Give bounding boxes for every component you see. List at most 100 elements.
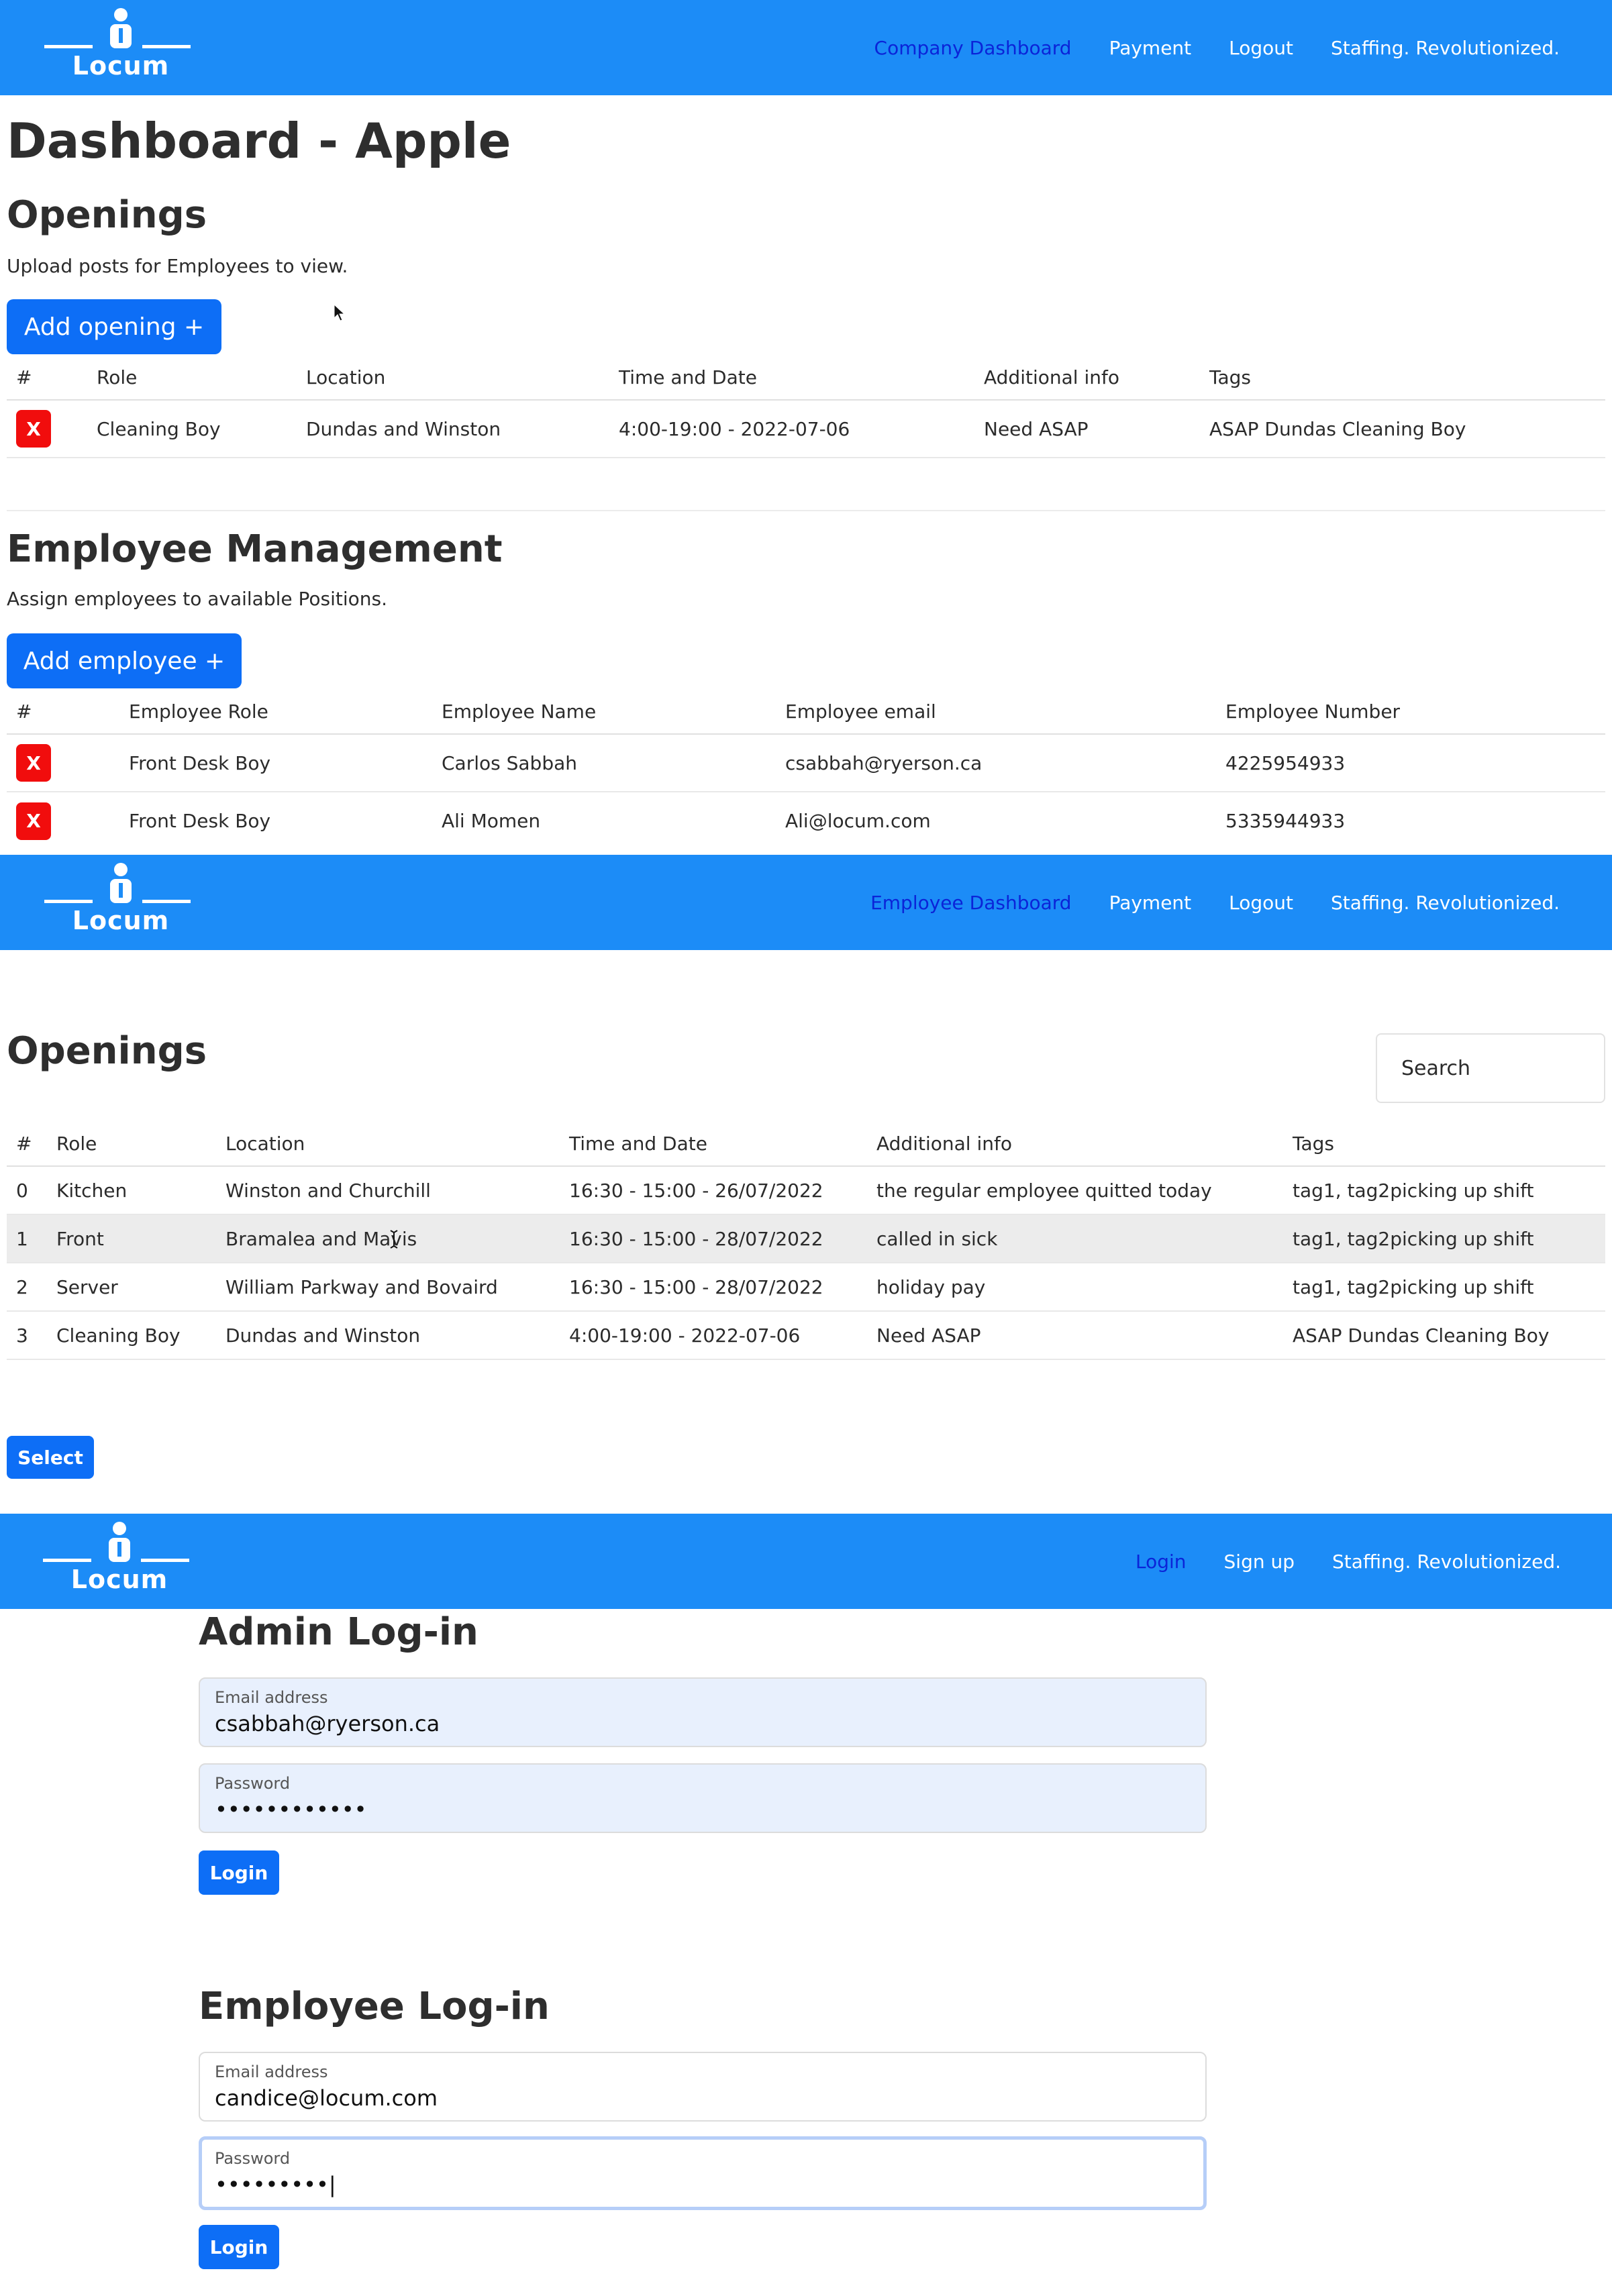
nav-login[interactable]: Login — [1136, 1551, 1187, 1573]
nav-signup[interactable]: Sign up — [1224, 1551, 1295, 1573]
admin-password-field[interactable]: Password •••••••••••• — [199, 1763, 1207, 1833]
cell-tags: tag1, tag2picking up shift — [1293, 1214, 1605, 1263]
admin-login-button[interactable]: Login — [199, 1850, 279, 1895]
password-label: Password — [215, 1774, 291, 1793]
col-header: Location — [306, 356, 619, 401]
email-value: candice@locum.com — [215, 2085, 438, 2111]
employee-login-heading: Employee Log-in — [199, 1985, 550, 2028]
col-header: # — [7, 690, 129, 735]
cell-tags: tag1, tag2picking up shift — [1293, 1263, 1605, 1312]
password-value: •••••••••••• — [215, 1797, 367, 1822]
nav-payment[interactable]: Payment — [1109, 892, 1192, 914]
delete-employee-button[interactable]: X — [16, 744, 51, 782]
email-value: csabbah@ryerson.ca — [215, 1711, 440, 1736]
openings-subtitle: Upload posts for Employees to view. — [7, 255, 348, 277]
employee-table: # Employee Role Employee Name Employee e… — [7, 690, 1605, 849]
logo-wordmark: Locum — [70, 1565, 168, 1594]
person-icon — [110, 863, 132, 903]
admin-login-heading: Admin Log-in — [199, 1610, 478, 1654]
nav-company-dashboard[interactable]: Company Dashboard — [874, 37, 1072, 59]
text-cursor-icon — [390, 1230, 398, 1249]
col-header: Employee Number — [1225, 690, 1605, 735]
col-header: Employee Role — [129, 690, 442, 735]
cell-role: Cleaning Boy — [97, 400, 306, 458]
delete-opening-button[interactable]: X — [16, 410, 51, 448]
cell-tags: ASAP Dundas Cleaning Boy — [1209, 400, 1605, 458]
nav-tagline[interactable]: Staffing. Revolutionized. — [1331, 37, 1560, 59]
cell-info: holiday pay — [876, 1263, 1293, 1312]
cell-role: Front — [56, 1214, 225, 1263]
logo-wordmark: Locum — [72, 51, 170, 81]
col-header: Additional info — [984, 356, 1209, 401]
employee-navbar: Locum Employee Dashboard Payment Logout … — [0, 855, 1612, 950]
col-header: Time and Date — [569, 1122, 876, 1167]
employee-password-field[interactable]: Password •••••••••| — [199, 2136, 1207, 2210]
cell-time: 4:00-19:00 - 2022-07-06 — [569, 1311, 876, 1360]
cell-time: 4:00-19:00 - 2022-07-06 — [619, 400, 984, 458]
table-row[interactable]: 2 Server William Parkway and Bovaird 16:… — [7, 1263, 1605, 1312]
cell-number: 5335944933 — [1225, 810, 1346, 832]
cell-location: Dundas and Winston — [225, 1311, 569, 1360]
cell-name: Carlos Sabbah — [442, 734, 785, 792]
employee-email-field[interactable]: Email address candice@locum.com — [199, 2052, 1207, 2122]
col-header: Employee email — [785, 690, 1225, 735]
cell-role: Kitchen — [56, 1166, 225, 1215]
col-header: Role — [97, 356, 306, 401]
nav-employee-dashboard[interactable]: Employee Dashboard — [870, 892, 1071, 914]
cell-info: called in sick — [876, 1214, 1293, 1263]
col-header: # — [7, 356, 97, 401]
login-navbar: Locum Login Sign up Staffing. Revolution… — [0, 1514, 1612, 1609]
cell-role: Cleaning Boy — [56, 1311, 225, 1360]
select-button[interactable]: Select — [7, 1436, 94, 1479]
delete-employee-button[interactable]: X — [16, 802, 51, 840]
cell-index: 3 — [7, 1311, 56, 1360]
nav-tagline[interactable]: Staffing. Revolutionized. — [1331, 892, 1560, 914]
employee-login-button[interactable]: Login — [199, 2225, 279, 2269]
table-header-row: # Employee Role Employee Name Employee e… — [7, 690, 1605, 735]
table-row: X Cleaning Boy Dundas and Winston 4:00-1… — [7, 400, 1605, 458]
nav-tagline[interactable]: Staffing. Revolutionized. — [1332, 1551, 1561, 1573]
openings-heading: Openings — [7, 193, 207, 237]
cell-location: Winston and Churchill — [225, 1166, 569, 1215]
email-label: Email address — [215, 2063, 328, 2081]
employee-management-subtitle: Assign employees to available Positions. — [7, 588, 388, 610]
cell-time: 16:30 - 15:00 - 26/07/2022 — [569, 1166, 876, 1215]
table-row[interactable]: 0 Kitchen Winston and Churchill 16:30 - … — [7, 1166, 1605, 1215]
cell-info: the regular employee quitted today — [876, 1166, 1293, 1215]
cell-tags: tag1, tag2picking up shift — [1293, 1166, 1605, 1215]
locum-logo[interactable]: Locum — [40, 862, 201, 943]
col-header: Role — [56, 1122, 225, 1167]
cell-number: 4225954933 — [1225, 734, 1605, 792]
nav-payment[interactable]: Payment — [1109, 37, 1192, 59]
add-employee-button[interactable]: Add employee + — [7, 633, 242, 688]
col-header: # — [7, 1122, 56, 1167]
email-label: Email address — [215, 1688, 328, 1707]
nav-logout[interactable]: Logout — [1229, 37, 1293, 59]
col-header: Tags — [1209, 356, 1605, 401]
employee-openings-heading: Openings — [7, 1029, 207, 1073]
cell-index: 2 — [7, 1263, 56, 1312]
table-row: X Front Desk Boy Ali Momen Ali@locum.com… — [7, 792, 1605, 849]
cell-email: csabbah@ryerson.ca — [785, 734, 1225, 792]
password-label: Password — [215, 2149, 291, 2168]
search-input[interactable]: Search — [1376, 1033, 1605, 1103]
col-header: Additional info — [876, 1122, 1293, 1167]
add-opening-button[interactable]: Add opening + — [7, 299, 221, 354]
company-openings-table: # Role Location Time and Date Additional… — [7, 356, 1605, 458]
table-header-row: # Role Location Time and Date Additional… — [7, 1122, 1605, 1167]
nav-logout[interactable]: Logout — [1229, 892, 1293, 914]
cell-tags: ASAP Dundas Cleaning Boy — [1293, 1311, 1605, 1360]
cell-time: 16:30 - 15:00 - 28/07/2022 — [569, 1263, 876, 1312]
cell-role: Front Desk Boy — [129, 734, 442, 792]
admin-email-field[interactable]: Email address csabbah@ryerson.ca — [199, 1677, 1207, 1747]
cell-location: William Parkway and Bovaird — [225, 1263, 569, 1312]
employee-management-heading: Employee Management — [7, 527, 503, 571]
locum-logo[interactable]: Locum — [39, 1520, 200, 1602]
table-row[interactable]: 3 Cleaning Boy Dundas and Winston 4:00-1… — [7, 1311, 1605, 1360]
cell-location: Dundas and Winston — [306, 400, 619, 458]
mouse-cursor-icon — [334, 303, 346, 321]
locum-logo[interactable]: Locum — [40, 7, 201, 89]
cell-email: Ali@locum.com — [785, 810, 931, 832]
table-row[interactable]: 1 Front Bramalea and Mavis 16:30 - 15:00… — [7, 1214, 1605, 1263]
col-header: Time and Date — [619, 356, 984, 401]
